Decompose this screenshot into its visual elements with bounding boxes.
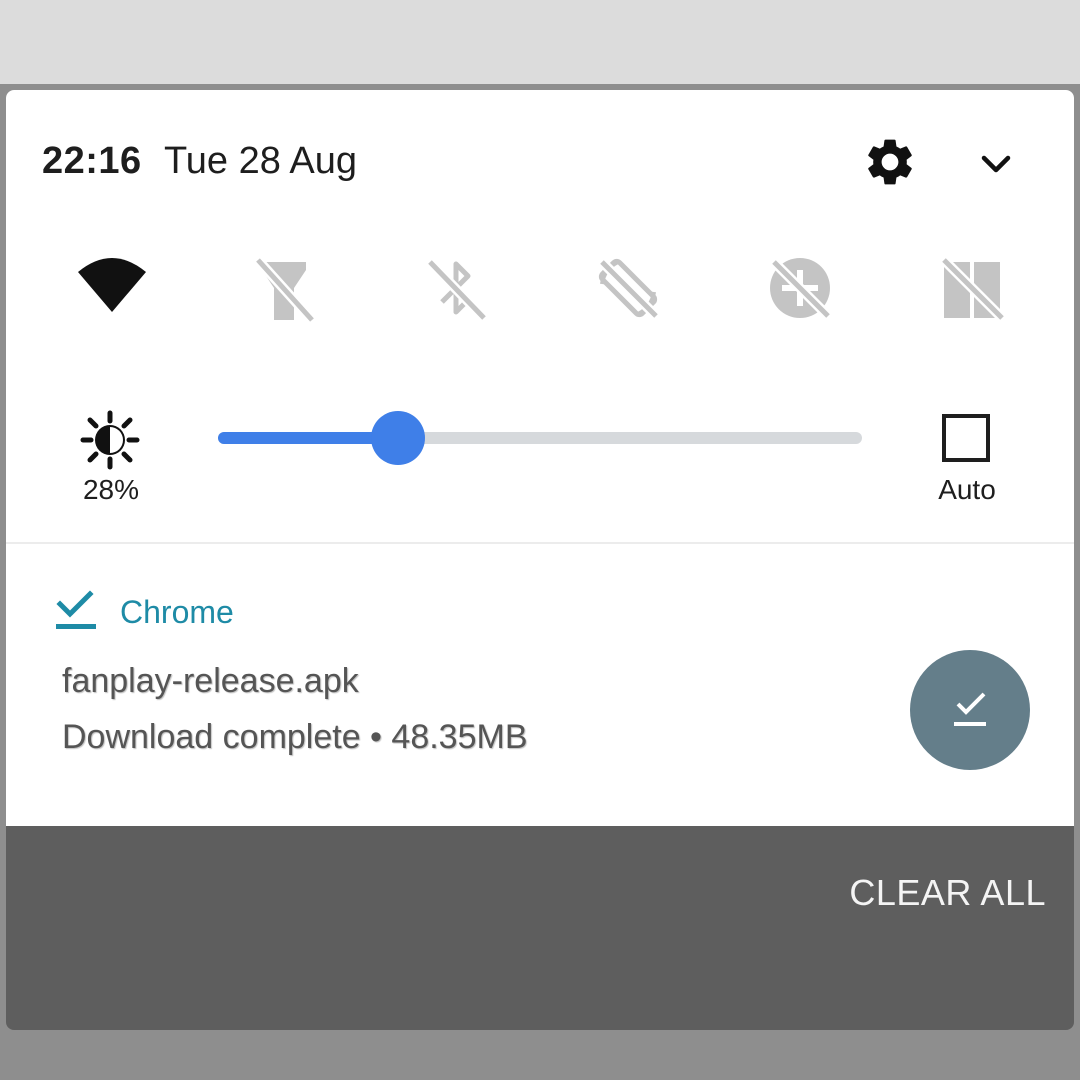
download-done-icon (954, 692, 986, 726)
tile-mobile-data[interactable] (932, 248, 1012, 328)
download-notification[interactable]: Chrome fanplay-release.apk Download comp… (6, 544, 1074, 826)
tile-wifi[interactable] (72, 248, 152, 328)
quick-settings-panel: 22:16 Tue 28 Aug 28% Auto (6, 90, 1074, 544)
open-download-button[interactable] (910, 650, 1030, 770)
auto-brightness-label: Auto (938, 474, 996, 505)
brightness-icon (80, 410, 140, 470)
auto-rotate-off-icon (598, 258, 660, 320)
tile-bluetooth[interactable] (416, 248, 496, 328)
clear-all-button[interactable]: CLEAR ALL (849, 872, 1046, 914)
tile-auto-rotate[interactable] (588, 248, 668, 328)
wifi-icon (78, 258, 146, 312)
tile-flashlight[interactable] (244, 248, 324, 328)
auto-brightness-checkbox[interactable] (942, 414, 990, 462)
slider-thumb[interactable] (371, 411, 426, 465)
download-done-icon (54, 588, 98, 638)
brightness-slider[interactable] (218, 406, 862, 470)
flashlight-off-icon (254, 256, 316, 324)
clock-date: Tue 28 Aug (164, 140, 357, 182)
chevron-down-icon (981, 155, 1011, 173)
notification-text: Download complete • 48.35MB (62, 718, 528, 756)
tile-data-saver[interactable] (760, 248, 840, 328)
clock-time: 22:16 (42, 140, 142, 182)
bluetooth-off-icon (426, 258, 488, 322)
expand-button[interactable] (972, 140, 1020, 188)
notification-title: fanplay-release.apk (62, 662, 359, 700)
data-saver-off-icon (770, 258, 832, 320)
settings-button[interactable] (862, 134, 918, 190)
gear-icon (868, 139, 912, 185)
brightness-percent: 28% (82, 474, 140, 505)
notification-shade: 22:16 Tue 28 Aug 28% Auto Chrome fanplay… (6, 90, 1074, 1030)
notification-app-name: Chrome (120, 594, 234, 630)
mobile-data-off-icon (940, 256, 1006, 322)
